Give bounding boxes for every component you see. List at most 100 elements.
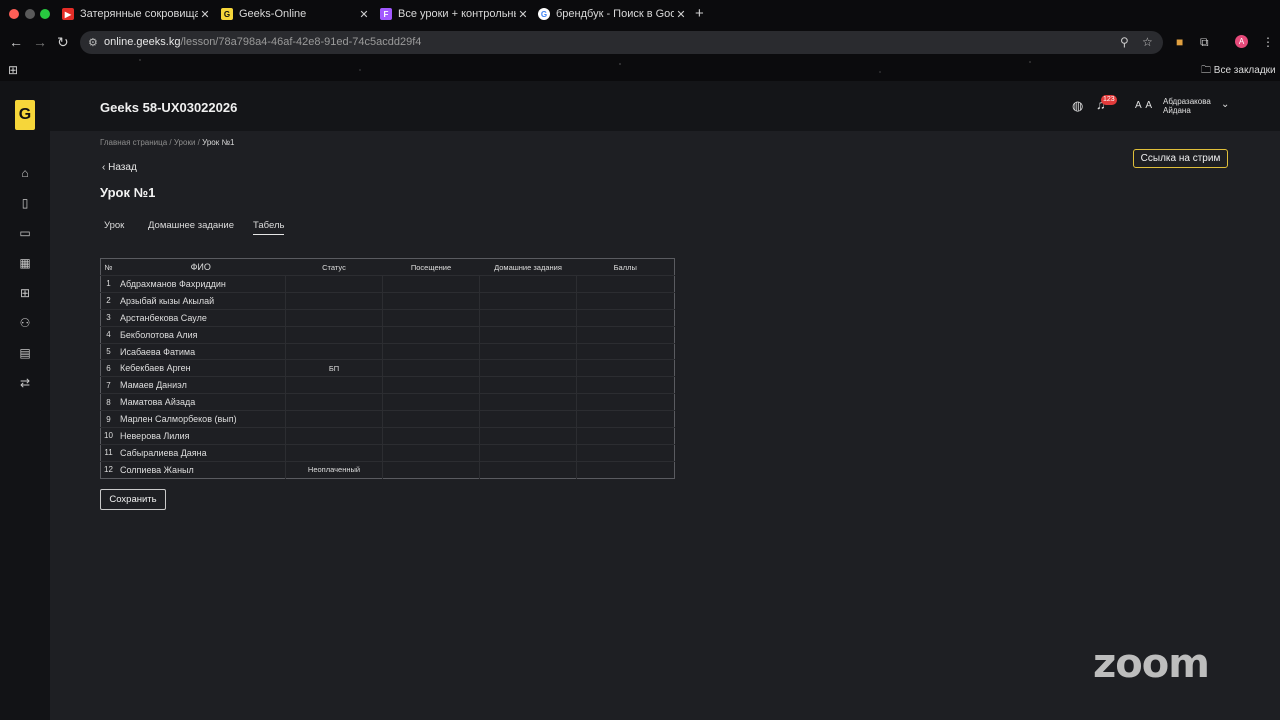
homework-cell[interactable]	[479, 443, 577, 462]
row-number: 9	[100, 410, 116, 428]
homework-cell[interactable]	[479, 410, 577, 428]
points-cell[interactable]	[576, 410, 675, 428]
attendance-cell[interactable]	[382, 393, 480, 411]
homework-cell[interactable]	[479, 460, 577, 479]
close-tab-icon[interactable]: ✕	[198, 8, 212, 21]
status-cell[interactable]	[285, 275, 383, 293]
attendance-cell[interactable]	[382, 291, 480, 310]
homework-cell[interactable]	[479, 291, 577, 310]
forward-arrow-icon[interactable]: →	[33, 34, 47, 50]
points-cell[interactable]	[576, 376, 675, 394]
reload-icon[interactable]: ↻	[57, 34, 69, 51]
browser-tab[interactable]: F Все уроки + контрольные - ✕	[380, 4, 530, 24]
breadcrumb-separator: /	[167, 138, 174, 147]
avatar[interactable]: A A	[1135, 100, 1153, 111]
site-info-icon[interactable]: ⚙	[88, 36, 98, 49]
points-cell[interactable]	[576, 460, 675, 479]
attendance-cell[interactable]	[382, 342, 480, 360]
menu-icon[interactable]: ⋮	[1262, 35, 1274, 49]
book-icon[interactable]: ▯	[17, 195, 33, 211]
row-number: 11	[100, 443, 116, 462]
points-cell[interactable]	[576, 275, 675, 293]
status-cell[interactable]	[285, 291, 383, 310]
homework-cell[interactable]	[479, 359, 577, 377]
homework-cell[interactable]	[479, 342, 577, 360]
all-bookmarks[interactable]: 🗀 Все закладки	[1201, 63, 1276, 80]
save-button[interactable]: Сохранить	[100, 489, 166, 510]
points-cell[interactable]	[576, 325, 675, 344]
calendar-icon[interactable]: ▦	[17, 255, 33, 271]
attendance-cell[interactable]	[382, 308, 480, 327]
back-arrow-icon[interactable]: ←	[9, 34, 23, 50]
back-link[interactable]: ‹ Назад	[102, 162, 137, 173]
status-cell[interactable]	[285, 376, 383, 394]
status-cell[interactable]: БП	[285, 359, 383, 377]
home-icon[interactable]: ⌂	[17, 165, 33, 181]
document-icon[interactable]: ▤	[17, 345, 33, 361]
close-tab-icon[interactable]: ✕	[357, 8, 371, 21]
new-tab-button[interactable]: +	[695, 5, 704, 22]
attendance-cell[interactable]	[382, 376, 480, 394]
tab-lesson[interactable]: Урок	[104, 220, 124, 231]
close-window-button[interactable]	[9, 9, 19, 19]
apps-icon[interactable]: ⊞	[8, 63, 18, 77]
status-cell[interactable]: Неоплаченный	[285, 460, 383, 479]
status-cell[interactable]	[285, 342, 383, 360]
chevron-down-icon[interactable]: ⌄	[1221, 99, 1229, 110]
browser-tab-active[interactable]: G Geeks-Online ✕	[221, 4, 371, 24]
zoom-icon[interactable]: ⚲	[1120, 35, 1129, 49]
status-cell[interactable]	[285, 410, 383, 428]
swap-icon[interactable]: ⇄	[17, 375, 33, 391]
homework-cell[interactable]	[479, 275, 577, 293]
attendance-cell[interactable]	[382, 427, 480, 445]
breadcrumb-lessons[interactable]: Уроки	[174, 138, 196, 147]
attendance-cell[interactable]	[382, 460, 480, 479]
breadcrumb-home[interactable]: Главная страница	[100, 138, 167, 147]
points-cell[interactable]	[576, 359, 675, 377]
browser-tab[interactable]: ▶ Затерянные сокровища Erri ✕	[62, 4, 212, 24]
status-cell[interactable]	[285, 443, 383, 462]
open-book-icon[interactable]: ▭	[17, 225, 33, 241]
points-cell[interactable]	[576, 342, 675, 360]
table-icon[interactable]: ⊞	[17, 285, 33, 301]
puzzle-icon[interactable]: ⧉	[1200, 35, 1209, 50]
points-cell[interactable]	[576, 308, 675, 327]
address-bar[interactable]: ⚙ online.geeks.kg/lesson/78a798a4-46af-4…	[80, 31, 1163, 54]
attendance-cell[interactable]	[382, 359, 480, 377]
homework-cell[interactable]	[479, 376, 577, 394]
attendance-cell[interactable]	[382, 410, 480, 428]
close-tab-icon[interactable]: ✕	[674, 8, 688, 21]
browser-chrome: ▶ Затерянные сокровища Erri ✕ G Geeks-On…	[0, 0, 1280, 81]
maximize-window-button[interactable]	[40, 9, 50, 19]
extension-icon[interactable]: ■	[1176, 35, 1183, 49]
tab-homework[interactable]: Домашнее задание	[148, 220, 234, 231]
status-cell[interactable]	[285, 308, 383, 327]
status-cell[interactable]	[285, 393, 383, 411]
homework-cell[interactable]	[479, 427, 577, 445]
tab-tabel[interactable]: Табель	[253, 220, 285, 235]
profile-avatar[interactable]: A	[1235, 35, 1248, 48]
minimize-window-button[interactable]	[25, 9, 35, 19]
stream-link-button[interactable]: Ссылка на стрим	[1133, 149, 1228, 168]
star-icon[interactable]: ☆	[1142, 35, 1153, 49]
homework-cell[interactable]	[479, 325, 577, 344]
attendance-cell[interactable]	[382, 443, 480, 462]
browser-tab[interactable]: G брендбук - Поиск в Google ✕	[538, 4, 688, 24]
points-cell[interactable]	[576, 393, 675, 411]
app-header: Geeks 58-UX03022026 ◍ ♫ 123 A A Абдразак…	[50, 81, 1280, 131]
attendance-cell[interactable]	[382, 325, 480, 344]
points-cell[interactable]	[576, 291, 675, 310]
status-cell[interactable]	[285, 427, 383, 445]
status-cell[interactable]	[285, 325, 383, 344]
geeks-logo[interactable]: G	[15, 100, 35, 130]
globe-icon[interactable]: ◍	[1072, 98, 1083, 114]
homework-cell[interactable]	[479, 308, 577, 327]
points-cell[interactable]	[576, 443, 675, 462]
homework-cell[interactable]	[479, 393, 577, 411]
close-tab-icon[interactable]: ✕	[516, 8, 530, 21]
google-icon: G	[538, 8, 550, 20]
points-cell[interactable]	[576, 427, 675, 445]
users-icon[interactable]: ⚇	[17, 315, 33, 331]
user-name[interactable]: Абдразакова Айдана	[1163, 97, 1223, 115]
attendance-cell[interactable]	[382, 275, 480, 293]
